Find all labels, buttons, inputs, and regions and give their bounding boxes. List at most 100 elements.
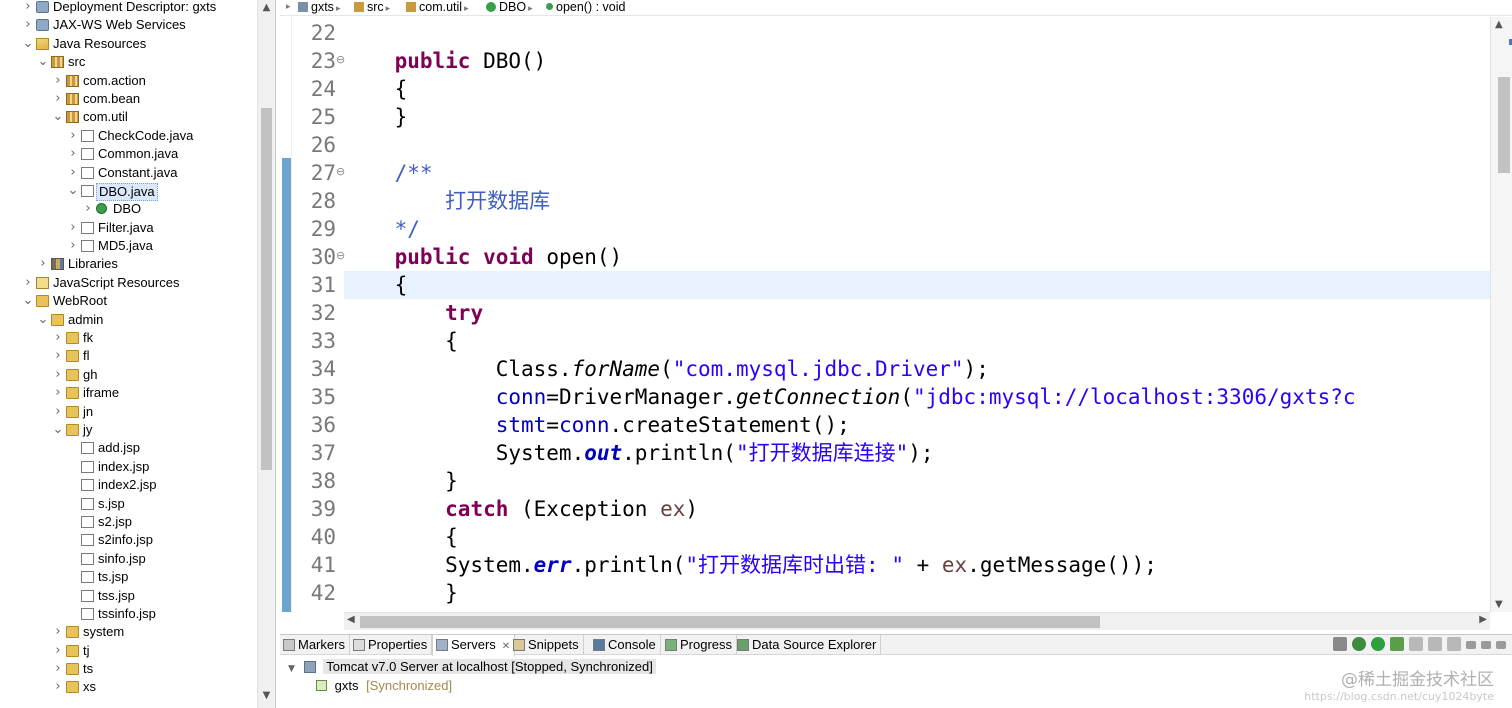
tab-snippets[interactable]: Snippets <box>510 635 584 655</box>
tree-item[interactable]: › tj <box>0 642 258 660</box>
scroll-up-arrow-icon[interactable]: ▲ <box>258 0 275 16</box>
code-line[interactable]: try <box>344 299 1490 327</box>
publish-icon[interactable] <box>1428 637 1442 651</box>
tree-item[interactable]: ⌄ com.util <box>0 108 258 126</box>
tree-item[interactable]: › Constant.java <box>0 164 258 182</box>
chevron-right-icon[interactable]: › <box>22 0 34 16</box>
chevron-right-icon[interactable]: › <box>37 255 49 273</box>
tree-item[interactable]: › DBO <box>0 200 258 218</box>
breadcrumb-item[interactable]: gxts ▸ <box>298 0 342 17</box>
tree-item[interactable]: › Filter.java <box>0 219 258 237</box>
chevron-right-icon[interactable]: › <box>52 403 64 421</box>
chevron-right-icon[interactable]: › <box>52 384 64 402</box>
tree-item[interactable]: add.jsp <box>0 439 258 457</box>
chevron-right-icon[interactable]: › <box>52 366 64 384</box>
tree-item[interactable]: ⌄ WebRoot <box>0 292 258 310</box>
code-text-area[interactable]: public DBO() { } /** 打开数据库 */ public voi… <box>344 17 1490 612</box>
tab-properties[interactable]: Properties <box>350 635 433 655</box>
code-line[interactable]: 打开数据库 <box>344 187 1490 215</box>
tree-item[interactable]: s2.jsp <box>0 513 258 531</box>
maximize-icon[interactable] <box>1496 641 1506 649</box>
chevron-right-icon[interactable]: › <box>82 200 94 218</box>
debug-server-icon[interactable] <box>1352 637 1366 651</box>
tree-item[interactable]: tss.jsp <box>0 587 258 605</box>
code-line[interactable]: System.out.println("打开数据库连接"); <box>344 439 1490 467</box>
chevron-down-icon[interactable]: ⌄ <box>37 53 49 71</box>
profile-server-icon[interactable] <box>1390 637 1404 651</box>
chevron-right-icon[interactable]: › <box>52 72 64 90</box>
scroll-down-arrow-icon[interactable]: ▼ <box>258 688 275 704</box>
stop-server-icon[interactable] <box>1409 637 1423 651</box>
chevron-right-icon[interactable]: › <box>52 347 64 365</box>
chevron-right-icon[interactable]: › <box>52 623 64 641</box>
code-line[interactable]: public void open() <box>344 243 1490 271</box>
scroll-down-arrow-icon[interactable]: ▼ <box>1495 599 1503 610</box>
tree-item[interactable]: › fk <box>0 329 258 347</box>
tree-item[interactable]: ⌄ Java Resources <box>0 35 258 53</box>
code-line[interactable]: /** <box>344 159 1490 187</box>
chevron-right-icon[interactable]: › <box>67 219 79 237</box>
chevron-right-icon[interactable]: › <box>67 164 79 182</box>
tree-item[interactable]: › Deployment Descriptor: gxts <box>0 0 258 16</box>
breadcrumb-item[interactable]: open() : void <box>546 0 625 15</box>
tree-item[interactable]: › JAX-WS Web Services <box>0 16 258 34</box>
tree-item[interactable]: › jn <box>0 403 258 421</box>
tab-servers[interactable]: Servers ✕ <box>432 635 516 656</box>
tab-console[interactable]: Console <box>590 635 661 655</box>
chevron-right-icon[interactable]: › <box>52 329 64 347</box>
tree-item[interactable]: s.jsp <box>0 495 258 513</box>
breadcrumb-item[interactable]: com.util ▸ <box>406 0 471 17</box>
code-line[interactable]: catch (Exception ex) <box>344 495 1490 523</box>
chevron-right-icon[interactable]: › <box>22 274 34 292</box>
editor-vertical-scrollbar[interactable]: ▲ ▼ <box>1490 17 1512 612</box>
chevron-down-icon[interactable]: ⌄ <box>52 108 64 126</box>
chevron-down-icon[interactable]: ⌄ <box>67 182 79 200</box>
tree-item[interactable]: ⌄ DBO.java <box>0 182 258 201</box>
tab-markers[interactable]: Markers <box>280 635 350 655</box>
tree-item[interactable]: › fl <box>0 347 258 365</box>
server-module-entry[interactable]: gxts [Synchronized] <box>316 677 452 695</box>
code-line[interactable] <box>344 131 1490 159</box>
chevron-down-icon[interactable]: ⌄ <box>22 292 34 310</box>
tree-scrollbar[interactable]: ▲ ▼ <box>257 0 275 708</box>
tree-item[interactable]: › com.bean <box>0 90 258 108</box>
code-line[interactable]: */ <box>344 215 1490 243</box>
tree-item[interactable]: › Libraries <box>0 255 258 273</box>
tree-item[interactable]: › com.action <box>0 72 258 90</box>
code-line[interactable]: } <box>344 579 1490 607</box>
chevron-down-icon[interactable]: ⌄ <box>52 421 64 439</box>
minimize-icon[interactable] <box>1481 641 1491 649</box>
tree-item[interactable]: s2info.jsp <box>0 531 258 549</box>
scroll-up-arrow-icon[interactable]: ▲ <box>1495 19 1503 30</box>
chevron-right-icon[interactable]: › <box>67 145 79 163</box>
code-line[interactable]: conn=DriverManager.getConnection("jdbc:m… <box>344 383 1490 411</box>
tree-item[interactable]: index2.jsp <box>0 476 258 494</box>
code-line[interactable]: { <box>344 523 1490 551</box>
code-line[interactable]: { <box>344 271 1490 299</box>
tree-item[interactable]: ⌄ jy <box>0 421 258 439</box>
chevron-right-icon[interactable]: › <box>67 237 79 255</box>
tree-item[interactable]: ts.jsp <box>0 568 258 586</box>
disconnect-icon[interactable] <box>1447 637 1461 651</box>
editor-vscroll-thumb[interactable] <box>1498 77 1510 173</box>
scroll-left-arrow-icon[interactable]: ◀ <box>347 614 355 625</box>
tree-scrollbar-thumb[interactable] <box>261 108 272 470</box>
code-line[interactable]: { <box>344 75 1490 103</box>
tree-item[interactable]: › JavaScript Resources <box>0 274 258 292</box>
tree-item[interactable]: › Common.java <box>0 145 258 163</box>
tree-item[interactable]: ⌄ admin <box>0 311 258 329</box>
tree-item[interactable]: › MD5.java <box>0 237 258 255</box>
collapse-all-icon[interactable] <box>1333 637 1347 651</box>
tree-item[interactable]: › CheckCode.java <box>0 127 258 145</box>
code-line[interactable]: { <box>344 327 1490 355</box>
close-icon[interactable]: ✕ <box>502 641 510 652</box>
code-line[interactable]: Class.forName("com.mysql.jdbc.Driver"); <box>344 355 1490 383</box>
tab-progress[interactable]: Progress <box>662 635 738 655</box>
tree-item[interactable]: › iframe <box>0 384 258 402</box>
view-menu-icon[interactable] <box>1466 641 1476 649</box>
chevron-right-icon[interactable]: › <box>67 127 79 145</box>
tree-item[interactable]: › system <box>0 623 258 641</box>
editor-hscroll-thumb[interactable] <box>360 616 1100 628</box>
tree-item[interactable]: › xs <box>0 678 258 696</box>
chevron-down-icon[interactable]: ⌄ <box>37 311 49 329</box>
